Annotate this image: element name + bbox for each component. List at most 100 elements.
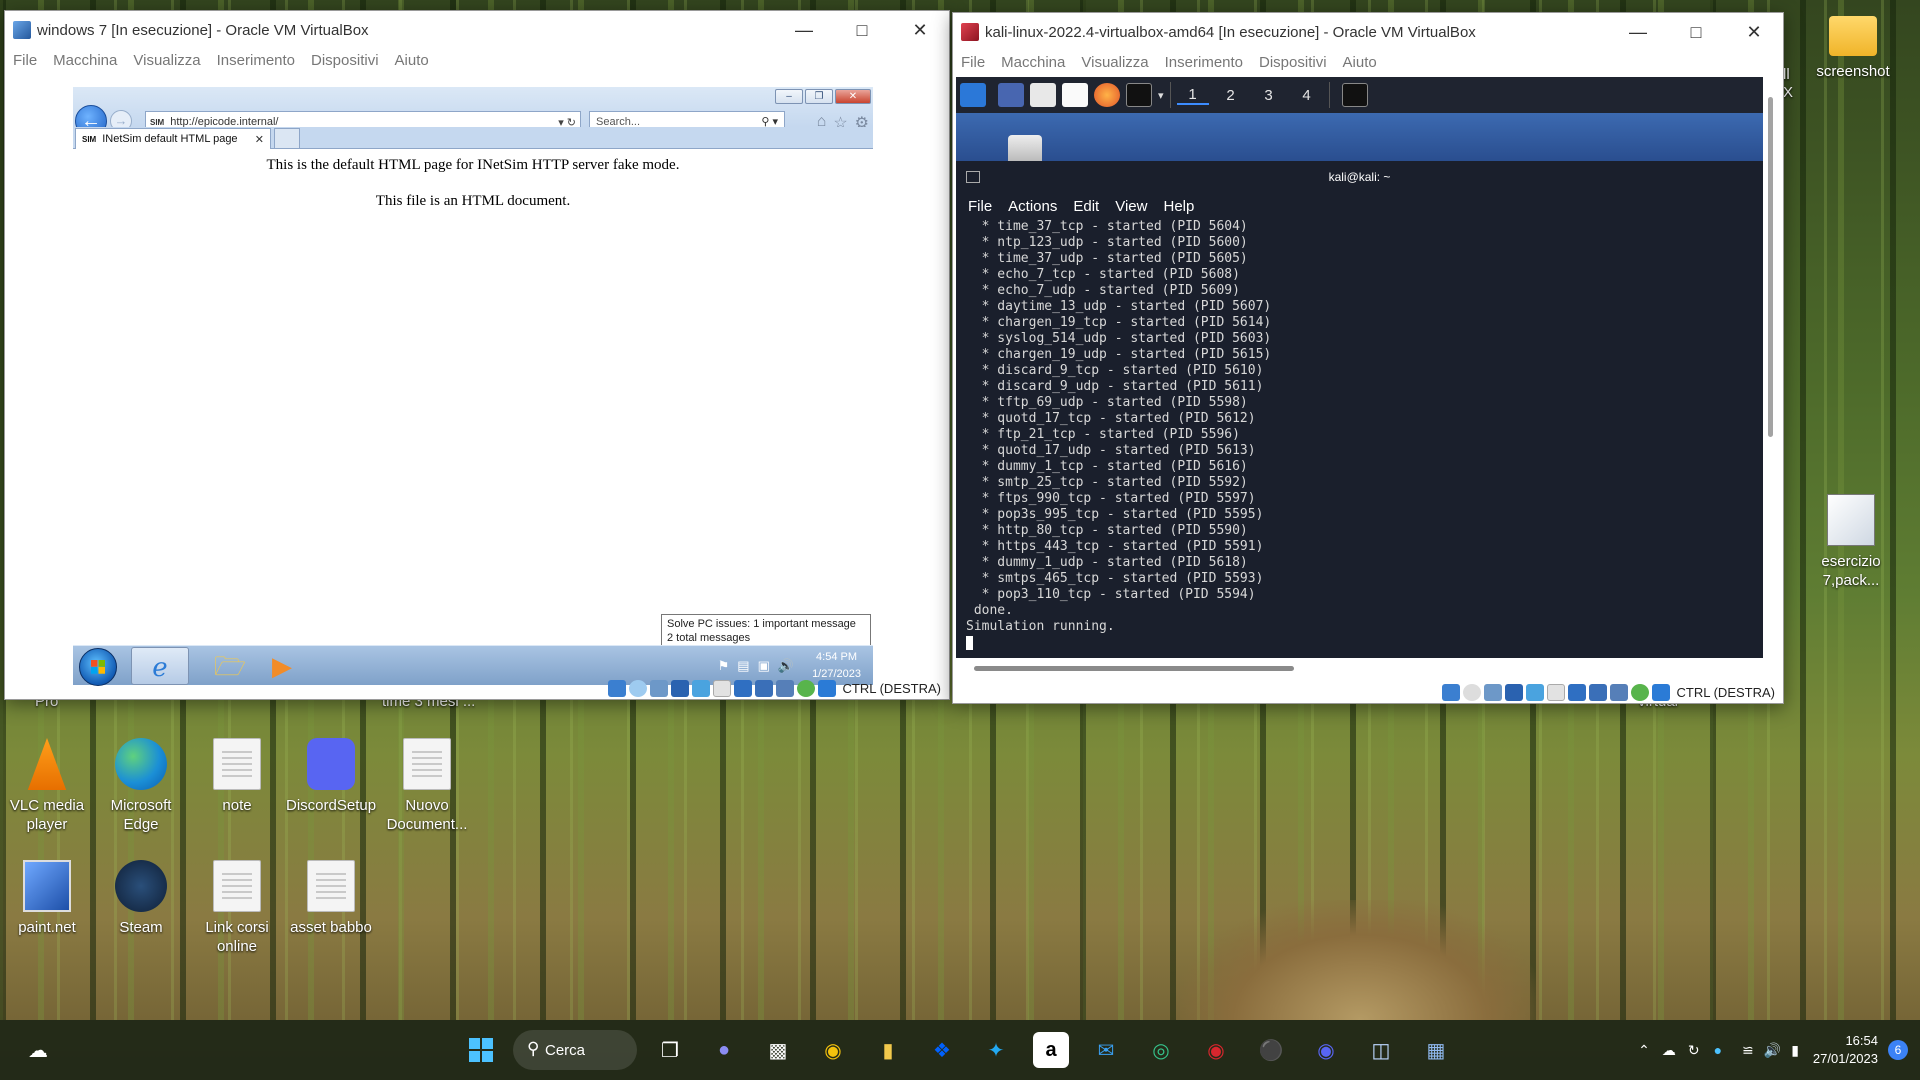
security-shield-icon[interactable]: ⚫	[1253, 1032, 1289, 1068]
shared-folder-icon[interactable]	[712, 679, 731, 697]
tab-inetsim[interactable]: SIM INetSim default HTML page ✕	[75, 128, 271, 149]
taskbar-internet-explorer[interactable]: ℯ	[131, 647, 189, 685]
start-button[interactable]	[463, 1032, 499, 1068]
virtualization-icon[interactable]	[775, 679, 794, 697]
video-capture-icon[interactable]	[1588, 683, 1607, 701]
visual-studio-code-icon[interactable]: ✦	[978, 1032, 1014, 1068]
battery-icon[interactable]: ▮	[1791, 1042, 1799, 1059]
volume-icon[interactable]: 🔊	[778, 658, 794, 674]
edge-taskbar-icon[interactable]: ◎	[1143, 1032, 1179, 1068]
optical-drive-icon[interactable]	[628, 679, 647, 697]
desktop-icon-screenshot[interactable]: screenshot	[1808, 10, 1898, 81]
weather-widget-icon[interactable]: ☁	[20, 1032, 56, 1068]
virtualbox-vm-taskbar-icon[interactable]: ▦	[1418, 1032, 1454, 1068]
terminal-menu-edit[interactable]: Edit	[1073, 198, 1099, 215]
mouse-integration-icon[interactable]	[1630, 683, 1649, 701]
taskbar-explorer[interactable]: 🗁	[201, 647, 259, 685]
onedrive-icon[interactable]: ☁	[1662, 1042, 1676, 1059]
desktop-icon-paintnet[interactable]: paint.net	[2, 860, 92, 937]
menu-aiuto[interactable]: Aiuto	[1343, 54, 1377, 71]
desktop-icon-discordsetup[interactable]: DiscordSetup	[286, 738, 376, 815]
vm-window-windows7[interactable]: windows 7 [In esecuzione] - Oracle VM Vi…	[4, 10, 950, 700]
menu-file[interactable]: File	[961, 54, 985, 71]
terminal-menu-help[interactable]: Help	[1163, 198, 1194, 215]
show-hidden-icons-chevron-icon[interactable]: ⌃	[1638, 1042, 1650, 1059]
mail-icon[interactable]: ✉	[1088, 1032, 1124, 1068]
minimize-button[interactable]: —	[775, 20, 833, 41]
close-button[interactable]: ✕	[891, 20, 949, 41]
menu-inserimento[interactable]: Inserimento	[217, 52, 295, 69]
kali-menu-icon[interactable]	[960, 83, 986, 107]
terminal-menu-actions[interactable]: Actions	[1008, 198, 1057, 215]
title-bar[interactable]: kali-linux-2022.4-virtualbox-amd64 [In e…	[953, 13, 1783, 51]
mouse-integration-icon[interactable]	[796, 679, 815, 697]
menu-aiuto[interactable]: Aiuto	[395, 52, 429, 69]
notification-badge[interactable]: 6	[1888, 1040, 1908, 1060]
terminal-task-icon[interactable]	[1341, 83, 1368, 107]
discord-taskbar-icon[interactable]: ◉	[1308, 1032, 1344, 1068]
workspace-1[interactable]: 1	[1176, 86, 1209, 105]
new-tab-button[interactable]	[274, 128, 300, 149]
start-orb-icon[interactable]	[79, 648, 117, 686]
desktop-icon-note[interactable]: note	[192, 738, 282, 815]
terminal-menu-view[interactable]: View	[1115, 198, 1147, 215]
virtualbox-icon[interactable]: ◫	[1363, 1032, 1399, 1068]
ie-minimize-button[interactable]: –	[775, 89, 803, 104]
network-icon[interactable]: ▤	[737, 658, 749, 674]
horizontal-scrollbar[interactable]	[974, 666, 1294, 671]
desktop-icon-vlc[interactable]: VLC media player	[2, 738, 92, 834]
optical-drive-icon[interactable]	[1462, 683, 1481, 701]
desktop-icon-edge[interactable]: Microsoft Edge	[96, 738, 186, 834]
display-icon[interactable]: ▣	[758, 658, 770, 674]
audio-icon[interactable]	[1483, 683, 1502, 701]
action-center-balloon[interactable]: Solve PC issues: 1 important message 2 t…	[661, 614, 871, 646]
file-explorer-icon[interactable]: ▮	[870, 1032, 906, 1068]
chevron-down-icon[interactable]: ▾	[1158, 89, 1164, 102]
terminal-output[interactable]: * time_37_tcp - started (PID 5604) * ntp…	[956, 219, 1763, 651]
chrome-icon[interactable]: ◉	[815, 1032, 851, 1068]
video-capture-icon[interactable]	[754, 679, 773, 697]
menu-dispositivi[interactable]: Dispositivi	[311, 52, 379, 69]
desktop-icon-esercizio[interactable]: esercizio 7,pack...	[1806, 494, 1896, 590]
keyboard-capture-icon[interactable]	[817, 679, 836, 697]
maximize-button[interactable]: □	[1667, 22, 1725, 43]
display-icon[interactable]	[733, 679, 752, 697]
file-manager-icon[interactable]	[1030, 83, 1056, 107]
virtualization-icon[interactable]	[1609, 683, 1628, 701]
audio-icon[interactable]	[649, 679, 668, 697]
close-button[interactable]: ✕	[1725, 22, 1783, 43]
dropbox-icon[interactable]: ❖	[924, 1032, 960, 1068]
volume-icon[interactable]: 🔊	[1764, 1042, 1781, 1059]
vm-scrollbar[interactable]	[1768, 97, 1773, 437]
network-adapter-icon[interactable]	[1504, 683, 1523, 701]
workspace-3[interactable]: 3	[1253, 87, 1285, 104]
desktop-icon-nuovo-documento[interactable]: Nuovo Document...	[382, 738, 472, 834]
ie-restore-button[interactable]: ❐	[805, 89, 833, 104]
teams-chat-icon[interactable]: ●	[706, 1032, 742, 1068]
menu-file[interactable]: File	[13, 52, 37, 69]
clock[interactable]: 16:54 27/01/2023	[1813, 1032, 1878, 1068]
action-center-flag-icon[interactable]: ⚑	[718, 658, 730, 674]
menu-dispositivi[interactable]: Dispositivi	[1259, 54, 1327, 71]
microsoft-store-icon[interactable]: ▩	[760, 1032, 796, 1068]
antivirus-icon[interactable]: ◉	[1198, 1032, 1234, 1068]
shared-folder-icon[interactable]	[1546, 683, 1565, 701]
sync-icon[interactable]: ↻	[1688, 1042, 1700, 1059]
terminal-title-bar[interactable]: kali@kali: ~	[956, 161, 1763, 193]
terminal-menu-file[interactable]: File	[968, 198, 992, 215]
desktop-icon-link-corsi[interactable]: Link corsi online	[192, 860, 282, 956]
workspace-4[interactable]: 4	[1291, 87, 1323, 104]
desktop-icon-steam[interactable]: Steam	[96, 860, 186, 937]
menu-macchina[interactable]: Macchina	[53, 52, 117, 69]
hard-disk-icon[interactable]	[607, 679, 626, 697]
firefox-icon[interactable]	[1094, 83, 1120, 107]
ie-close-button[interactable]: ✕	[835, 89, 871, 104]
desktop-icon-asset-babbo[interactable]: asset babbo	[286, 860, 376, 937]
display-icon[interactable]	[1567, 683, 1586, 701]
show-desktop-icon[interactable]	[998, 83, 1024, 107]
hard-disk-icon[interactable]	[1441, 683, 1460, 701]
maximize-button[interactable]: □	[833, 20, 891, 41]
usb-icon[interactable]	[1525, 683, 1544, 701]
keyboard-capture-icon[interactable]	[1651, 683, 1670, 701]
minimize-button[interactable]: —	[1609, 22, 1667, 43]
